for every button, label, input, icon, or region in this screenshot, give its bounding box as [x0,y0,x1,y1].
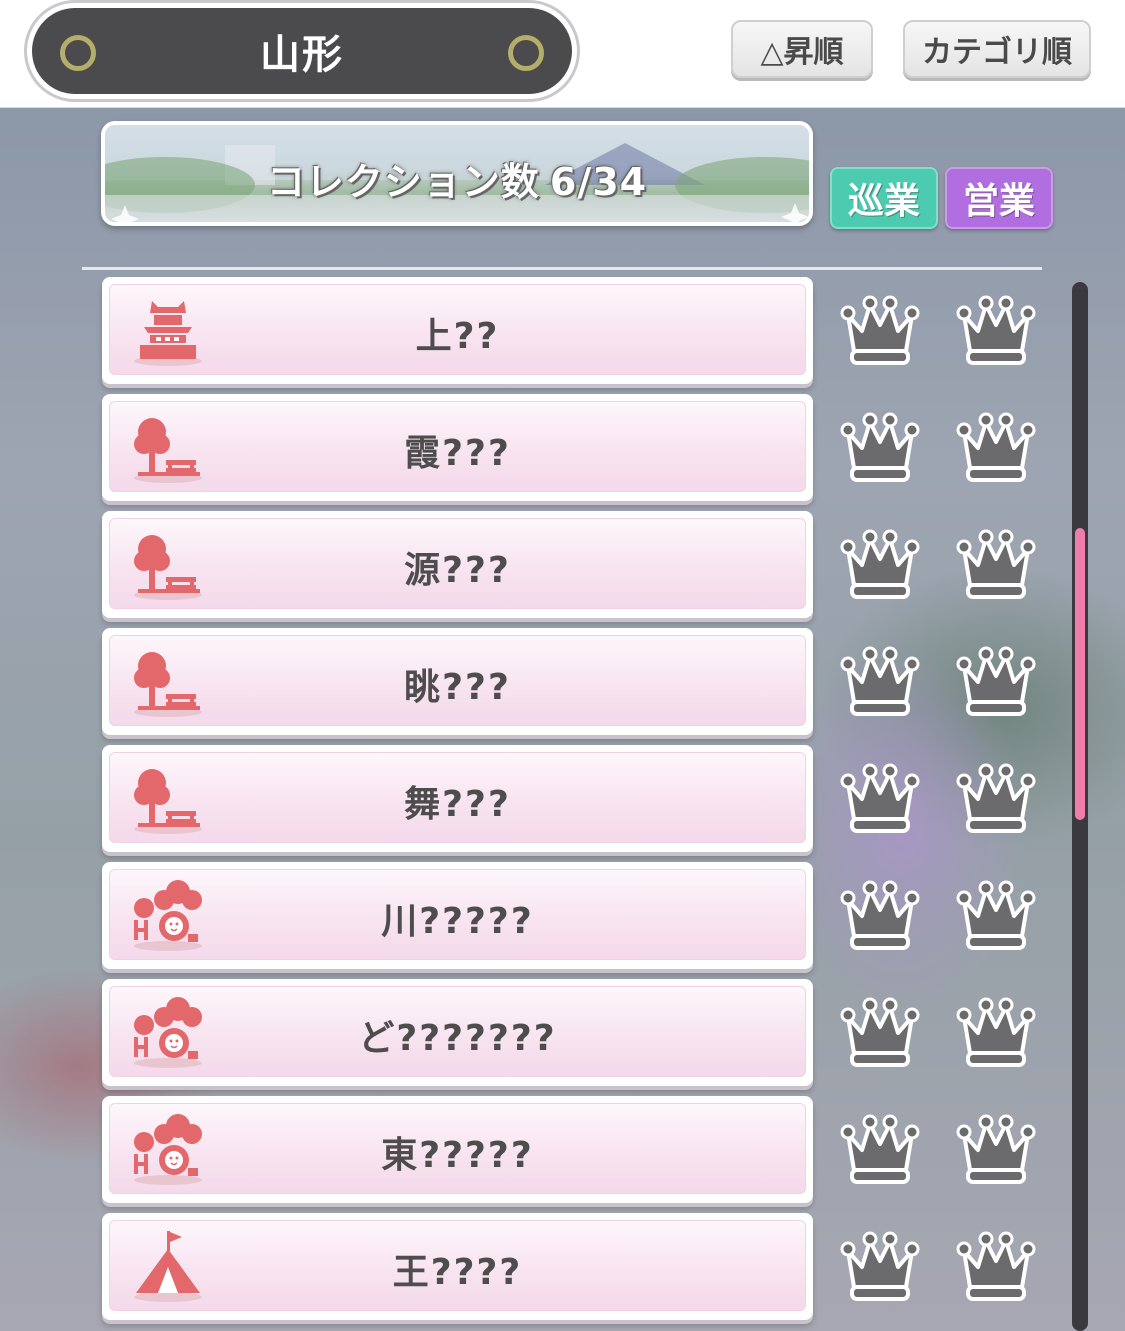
spot-name: 王???? [392,1252,523,1293]
spot-name: 東????? [381,1135,534,1176]
tag-junkou: 巡業 [830,167,938,229]
list-item[interactable]: 源??? [102,511,813,618]
crown-junkou-icon [840,1112,920,1188]
crown-eigyou-icon [956,878,1036,954]
zoo-lion-icon [130,878,206,954]
list-item[interactable]: 舞??? [102,745,813,852]
crown-eigyou-icon [956,995,1036,1071]
list-item[interactable]: 霞??? [102,394,813,501]
spot-name: 上?? [415,316,500,357]
crown-eigyou-icon [956,410,1036,486]
zoo-lion-icon [130,1112,206,1188]
spot-name: 川????? [381,901,534,942]
collection-label: コレクション数 [266,160,540,204]
divider [82,267,1042,270]
spot-name: 霞??? [404,433,511,474]
spot-name: 源??? [404,550,511,591]
collection-banner: コレクション数 6/34 [101,121,813,226]
crown-eigyou-icon [956,1229,1036,1305]
park-tree-bench-icon [130,761,206,837]
crown-eigyou-icon [956,1112,1036,1188]
crown-junkou-icon [840,1229,920,1305]
prefecture-selector[interactable]: 山形 [32,8,572,94]
crown-junkou-icon [840,410,920,486]
prefecture-title: 山形 [260,32,344,78]
zoo-lion-icon [130,995,206,1071]
list-item[interactable]: 東????? [102,1096,813,1203]
list-item[interactable]: 王???? [102,1213,813,1320]
collection-count: 6/34 [549,160,648,204]
park-tree-bench-icon [130,644,206,720]
crown-eigyou-icon [956,527,1036,603]
tag-eigyou: 営業 [945,167,1053,229]
park-tree-bench-icon [130,527,206,603]
crown-junkou-icon [840,644,920,720]
crown-junkou-icon [840,995,920,1071]
spot-name: 舞??? [404,784,511,825]
pill-ring-right-icon [508,35,544,71]
list-item[interactable]: 上?? [102,277,813,384]
castle-icon [130,293,206,369]
top-bar: 山形 △昇順 カテゴリ順 [0,0,1125,108]
crown-junkou-icon [840,527,920,603]
list-item[interactable]: ど??????? [102,979,813,1086]
list-item[interactable]: 眺??? [102,628,813,735]
sort-ascending-button[interactable]: △昇順 [731,20,873,78]
crown-junkou-icon [840,761,920,837]
spot-name: ど??????? [358,1018,557,1059]
crown-eigyou-icon [956,761,1036,837]
park-tree-bench-icon [130,410,206,486]
crown-eigyou-icon [956,293,1036,369]
scrollbar-thumb[interactable] [1075,528,1085,820]
spot-name: 眺??? [404,667,511,708]
list-item[interactable]: 川????? [102,862,813,969]
scrollbar[interactable] [1072,282,1088,1331]
crown-junkou-icon [840,293,920,369]
tent-icon [130,1229,206,1305]
sort-category-button[interactable]: カテゴリ順 [903,20,1091,78]
crown-eigyou-icon [956,644,1036,720]
crown-junkou-icon [840,878,920,954]
